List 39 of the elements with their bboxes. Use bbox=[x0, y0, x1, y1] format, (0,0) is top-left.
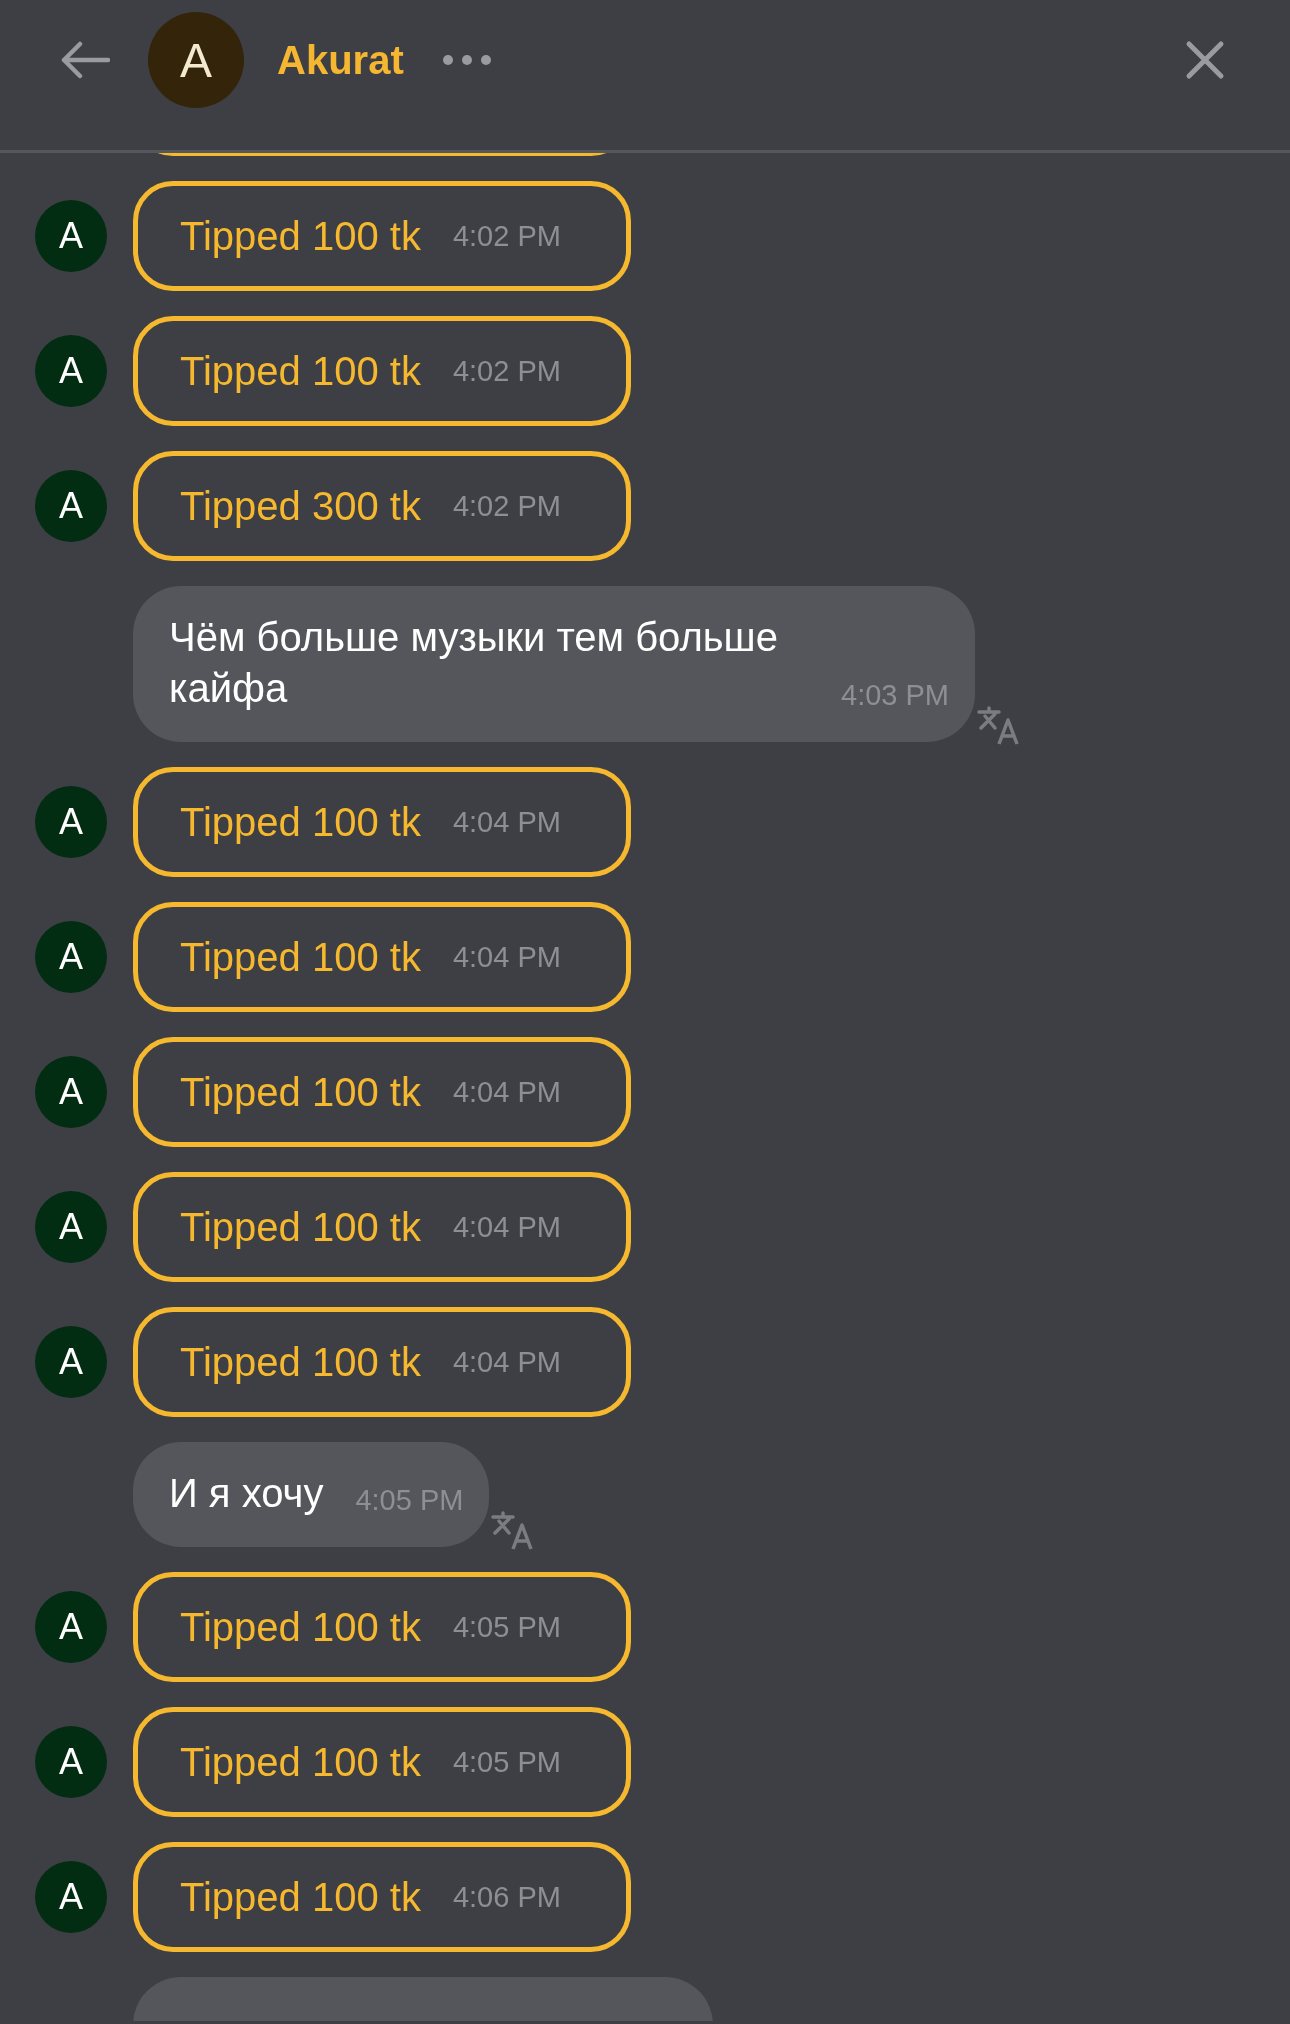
avatar: A bbox=[35, 1326, 107, 1398]
contact-avatar: A bbox=[148, 12, 244, 108]
contact-name[interactable]: Akurat bbox=[277, 37, 404, 83]
avatar: A bbox=[35, 335, 107, 407]
message-time: 4:02 PM bbox=[452, 219, 561, 253]
tip-text: Tipped 100 tk bbox=[180, 1069, 421, 1115]
tip-text: Tipped 100 tk bbox=[180, 213, 421, 259]
message-time: 4:05 PM bbox=[355, 1484, 464, 1517]
message-time: 4:04 PM bbox=[452, 1210, 561, 1244]
tip-text: Tipped 100 tk bbox=[180, 1204, 421, 1250]
tip-text: Tipped 100 tk bbox=[180, 1339, 421, 1385]
message-time: 4:04 PM bbox=[452, 940, 561, 974]
avatar: A bbox=[35, 470, 107, 542]
avatar: A bbox=[35, 1591, 107, 1663]
message-time: 4:06 PM bbox=[452, 1880, 561, 1914]
message-time: 4:02 PM bbox=[452, 489, 561, 523]
message-time: 4:03 PM bbox=[841, 679, 949, 712]
tip-text: Tipped 100 tk bbox=[180, 799, 421, 845]
avatar: A bbox=[35, 1056, 107, 1128]
message-time: 4:05 PM bbox=[452, 1745, 561, 1779]
tip-text: Tipped 100 tk bbox=[180, 348, 421, 394]
message-time: 4:04 PM bbox=[452, 805, 561, 839]
tip-text: Tipped 100 tk bbox=[180, 1739, 421, 1785]
message-text: Чём больше музыки тем больше кайфа bbox=[169, 614, 779, 712]
avatar: A bbox=[35, 1191, 107, 1263]
message-time: 4:02 PM bbox=[452, 354, 561, 388]
avatar: A bbox=[35, 200, 107, 272]
avatar: A bbox=[35, 921, 107, 993]
message-time: 4:04 PM bbox=[452, 1075, 561, 1109]
message-time: 4:05 PM bbox=[452, 1610, 561, 1644]
avatar: A bbox=[35, 1726, 107, 1798]
message-text: И я хочу bbox=[169, 1470, 324, 1517]
tip-text: Tipped 100 tk bbox=[180, 1874, 421, 1920]
avatar: A bbox=[35, 1861, 107, 1933]
tip-text: Tipped 100 tk bbox=[180, 934, 421, 980]
tip-text: Tipped 300 tk bbox=[180, 483, 421, 529]
message-time: 4:04 PM bbox=[452, 1345, 561, 1379]
tip-text: Tipped 100 tk bbox=[180, 1604, 421, 1650]
avatar: A bbox=[35, 786, 107, 858]
